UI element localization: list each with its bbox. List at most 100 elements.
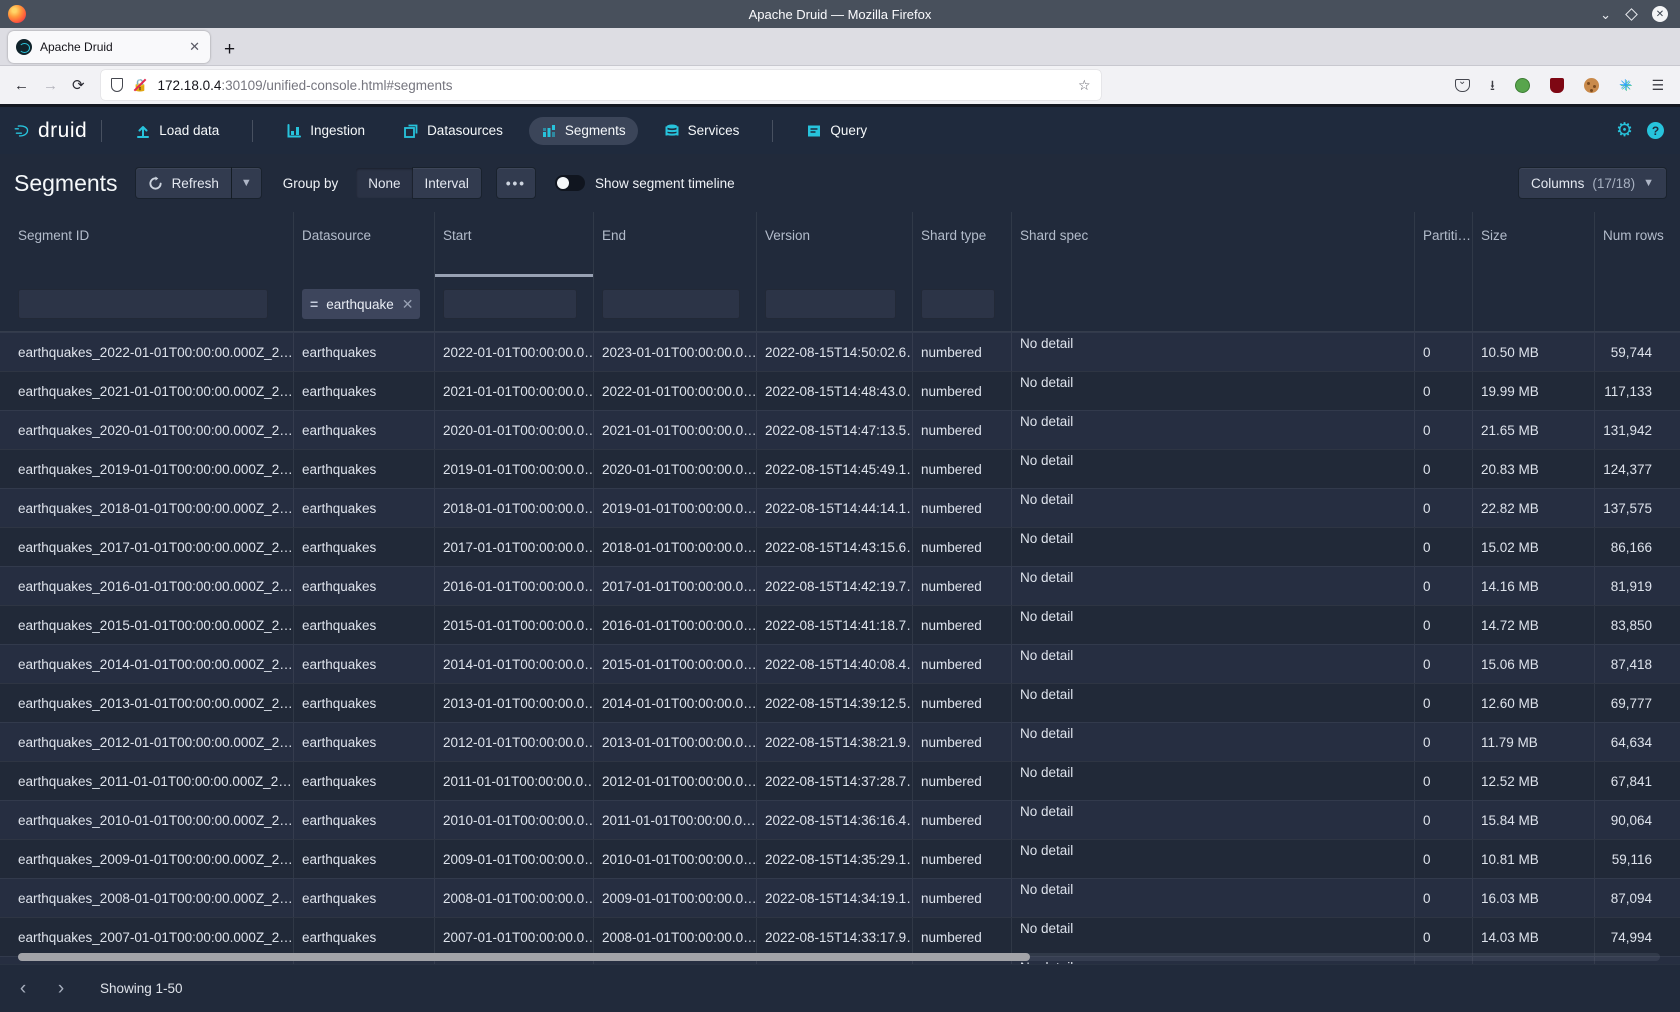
help-icon[interactable]: ?: [1647, 122, 1664, 139]
filter-input-segment-id[interactable]: [18, 289, 268, 319]
filter-input-end[interactable]: [602, 289, 740, 319]
settings-gear-icon[interactable]: ⚙: [1616, 121, 1633, 140]
column-header-end[interactable]: End: [594, 212, 757, 277]
refresh-button[interactable]: Refresh: [136, 168, 231, 198]
column-header-start[interactable]: Start: [435, 212, 594, 277]
cell-size: 10.50 MB: [1473, 333, 1595, 371]
horizontal-scrollbar-thumb[interactable]: [18, 953, 1030, 961]
segment-timeline-toggle[interactable]: [555, 175, 585, 191]
horizontal-scrollbar-track[interactable]: [18, 953, 1660, 961]
nav-item-label: Datasources: [427, 123, 503, 138]
cell-num-rows: 59,744: [1595, 333, 1680, 371]
cell-start: 2022-01-01T00:00:00.0…: [435, 333, 594, 371]
cell-end: 2018-01-01T00:00:00.0…: [594, 528, 757, 566]
browser-tab[interactable]: Apache Druid ✕: [8, 31, 210, 63]
new-tab-button[interactable]: +: [224, 40, 235, 59]
cell-segment-id[interactable]: earthquakes_2019-01-01T00:00:00.000Z_2…: [0, 450, 294, 488]
pocket-icon[interactable]: [1455, 79, 1470, 92]
druid-brand[interactable]: druid: [14, 119, 87, 143]
cell-segment-id[interactable]: earthquakes_2013-01-01T00:00:00.000Z_2…: [0, 684, 294, 722]
forward-button[interactable]: →: [43, 77, 58, 94]
cell-shard-type: numbered: [913, 528, 1012, 566]
ublock-origin-icon[interactable]: [1550, 78, 1564, 93]
column-header-size[interactable]: Size: [1473, 212, 1595, 277]
cell-segment-id[interactable]: earthquakes_2017-01-01T00:00:00.000Z_2…: [0, 528, 294, 566]
cell-partition: 0: [1415, 450, 1473, 488]
cell-segment-id[interactable]: earthquakes_2010-01-01T00:00:00.000Z_2…: [0, 801, 294, 839]
cell-segment-id[interactable]: earthquakes_2015-01-01T00:00:00.000Z_2…: [0, 606, 294, 644]
cell-segment-id[interactable]: earthquakes_2007-01-01T00:00:00.000Z_2…: [0, 918, 294, 956]
multi-account-container-icon[interactable]: ✳: [1619, 76, 1632, 94]
column-header-shard-type[interactable]: Shard type: [913, 212, 1012, 277]
window-minimize-icon[interactable]: ⌄: [1600, 8, 1611, 21]
cell-shard-type: numbered: [913, 372, 1012, 410]
back-button[interactable]: ←: [14, 77, 29, 94]
columns-button[interactable]: Columns (17/18) ▼: [1519, 168, 1666, 198]
cell-segment-id[interactable]: earthquakes_2020-01-01T00:00:00.000Z_2…: [0, 411, 294, 449]
nav-item-datasources[interactable]: Datasources: [391, 117, 515, 145]
cell-end: 2020-01-01T00:00:00.0…: [594, 450, 757, 488]
column-header-num-rows[interactable]: Num rows: [1595, 212, 1680, 277]
cell-segment-id[interactable]: earthquakes_2008-01-01T00:00:00.000Z_2…: [0, 879, 294, 917]
cookie-extension-icon[interactable]: [1584, 78, 1599, 93]
url-text: 172.18.0.4:30109/unified-console.html#se…: [158, 78, 453, 93]
column-header-version[interactable]: Version: [757, 212, 913, 277]
cell-num-rows: 81,919: [1595, 567, 1680, 605]
window-maximize-icon[interactable]: [1625, 8, 1638, 21]
filter-input-start[interactable]: [443, 289, 577, 319]
segment-row: earthquakes_2008-01-01T00:00:00.000Z_2…e…: [0, 878, 1680, 917]
url-bar[interactable]: 🔒 172.18.0.4:30109/unified-console.html#…: [101, 70, 1101, 100]
group-by-none-button[interactable]: None: [356, 168, 412, 198]
cell-segment-id[interactable]: earthquakes_2016-01-01T00:00:00.000Z_2…: [0, 567, 294, 605]
reload-button[interactable]: ⟳: [72, 76, 85, 94]
refresh-options-button[interactable]: ▼: [232, 168, 261, 198]
insecure-lock-icon[interactable]: 🔒: [133, 78, 148, 92]
privacy-badger-icon[interactable]: [1515, 78, 1530, 93]
cell-segment-id[interactable]: earthquakes_2011-01-01T00:00:00.000Z_2…: [0, 762, 294, 800]
group-by-interval-button[interactable]: Interval: [413, 168, 481, 198]
cell-partition: 0: [1415, 645, 1473, 683]
cell-partition: 0: [1415, 762, 1473, 800]
cell-shard-spec: No detail: [1012, 762, 1415, 800]
pagination-footer: ‹ › Showing 1-50: [0, 964, 1680, 1012]
menu-hamburger-icon[interactable]: ☰: [1651, 78, 1664, 92]
cell-start: 2008-01-01T00:00:00.0…: [435, 879, 594, 917]
cell-partition: 0: [1415, 879, 1473, 917]
cell-segment-id[interactable]: earthquakes_2009-01-01T00:00:00.000Z_2…: [0, 840, 294, 878]
cell-segment-id[interactable]: earthquakes_2012-01-01T00:00:00.000Z_2…: [0, 723, 294, 761]
cell-segment-id[interactable]: earthquakes_2018-01-01T00:00:00.000Z_2…: [0, 489, 294, 527]
bookmark-star-icon[interactable]: ☆: [1078, 77, 1091, 94]
column-header-segment-id[interactable]: Segment ID: [0, 212, 294, 277]
window-close-icon[interactable]: ✕: [1652, 6, 1668, 22]
nav-item-segments[interactable]: Segments: [529, 117, 638, 145]
cell-end: 2023-01-01T00:00:00.0…: [594, 333, 757, 371]
filter-input-version[interactable]: [765, 289, 896, 319]
filter-cell: [0, 277, 294, 331]
next-page-button[interactable]: ›: [46, 974, 76, 1004]
more-options-button[interactable]: •••: [497, 168, 535, 198]
segment-row: earthquakes_2012-01-01T00:00:00.000Z_2…e…: [0, 722, 1680, 761]
filter-input-shard-type[interactable]: [921, 289, 995, 319]
cell-start: 2014-01-01T00:00:00.0…: [435, 645, 594, 683]
nav-item-ingestion[interactable]: Ingestion: [274, 117, 377, 145]
tracking-protection-shield-icon[interactable]: [111, 78, 123, 92]
nav-item-services[interactable]: Services: [652, 117, 752, 145]
column-header-partition[interactable]: Partiti…: [1415, 212, 1473, 277]
cell-shard-spec: No detail: [1012, 801, 1415, 839]
cell-segment-id[interactable]: earthquakes_2014-01-01T00:00:00.000Z_2…: [0, 645, 294, 683]
nav-item-query[interactable]: Query: [794, 117, 879, 145]
cell-num-rows: 83,850: [1595, 606, 1680, 644]
nav-item-load-data[interactable]: Load data: [123, 117, 231, 145]
remove-filter-icon[interactable]: ✕: [402, 296, 414, 313]
tab-title: Apache Druid: [40, 40, 187, 54]
cell-segment-id[interactable]: earthquakes_2021-01-01T00:00:00.000Z_2…: [0, 372, 294, 410]
tab-close-icon[interactable]: ✕: [187, 39, 202, 55]
downloads-icon[interactable]: ⭳: [1490, 78, 1495, 92]
column-header-datasource[interactable]: Datasource: [294, 212, 435, 277]
previous-page-button[interactable]: ‹: [8, 974, 38, 1004]
segment-row: earthquakes_2016-01-01T00:00:00.000Z_2…e…: [0, 566, 1680, 605]
datasource-filter-chip[interactable]: = earthquake ✕: [302, 289, 420, 319]
cell-version: 2022-08-15T14:35:29.1…: [757, 840, 913, 878]
cell-segment-id[interactable]: earthquakes_2022-01-01T00:00:00.000Z_2…: [0, 333, 294, 371]
column-header-shard-spec[interactable]: Shard spec: [1012, 212, 1415, 277]
